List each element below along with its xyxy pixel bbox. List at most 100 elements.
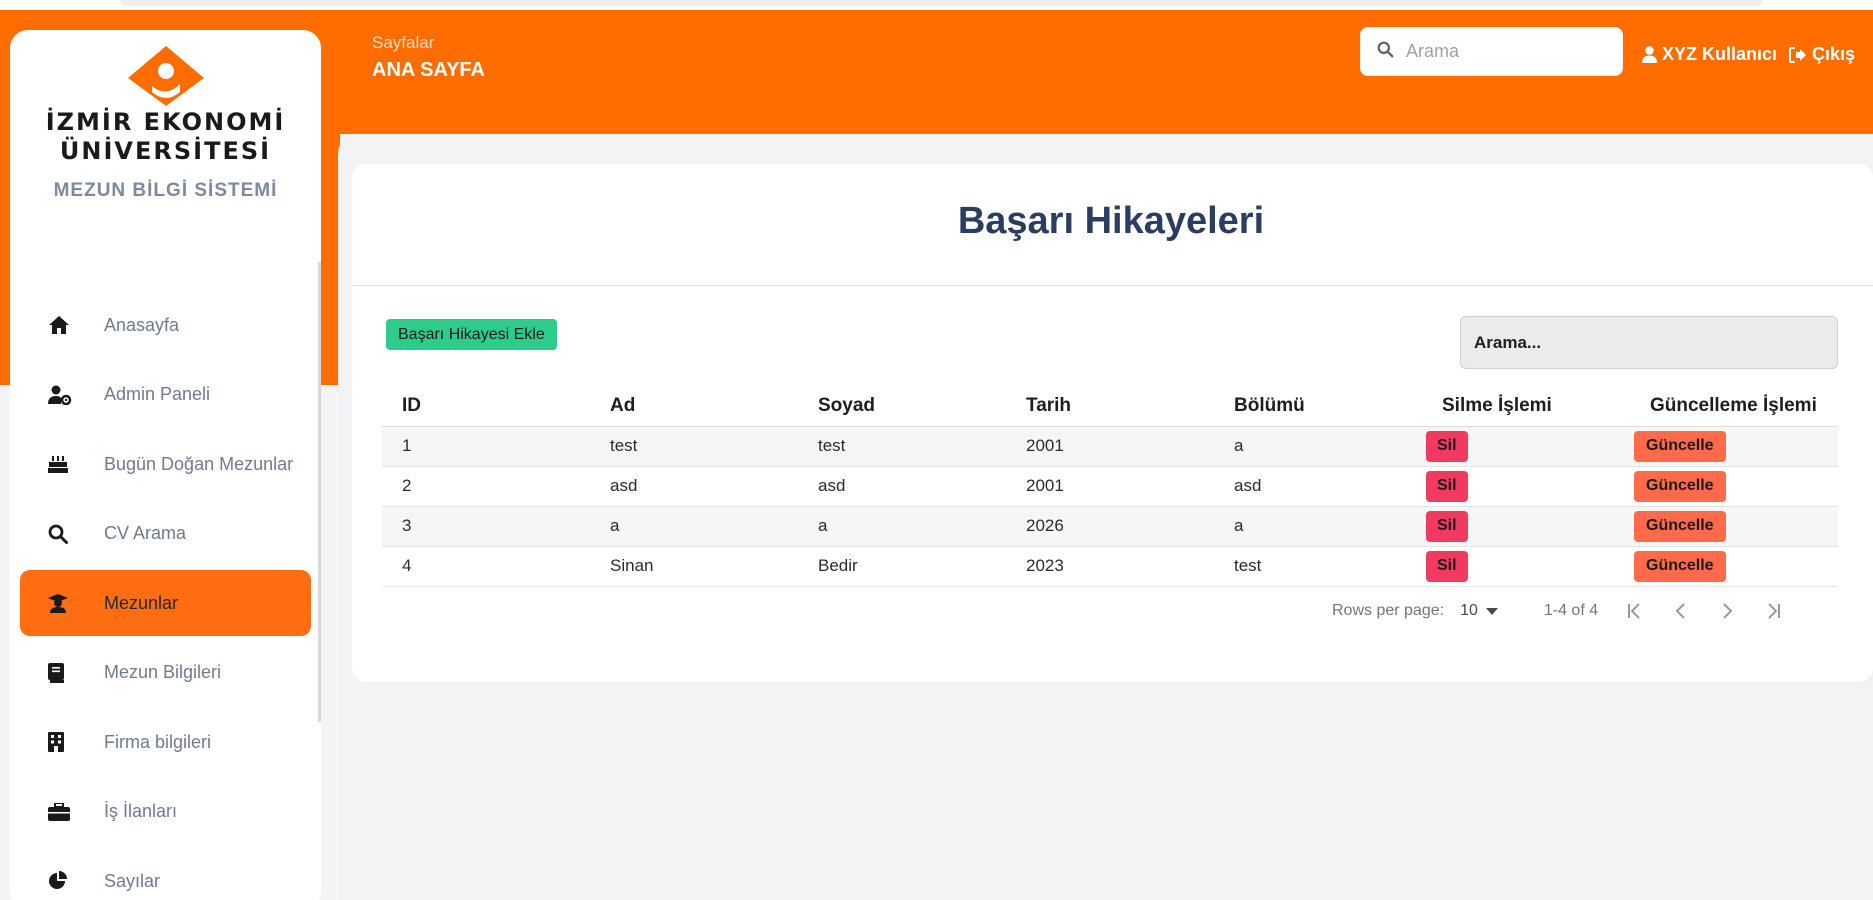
- sidebar-item-is-ilanlari[interactable]: İş İlanları: [20, 779, 311, 845]
- cell-update: Güncelle: [1630, 546, 1838, 587]
- pie-chart-icon: [48, 871, 78, 891]
- cell-update: Güncelle: [1630, 466, 1838, 507]
- user-icon: [1642, 46, 1657, 63]
- first-page-icon: [1628, 603, 1640, 619]
- column-header-guncelleme[interactable]: Güncelleme İşlemi: [1630, 386, 1838, 427]
- book-icon: [48, 662, 78, 683]
- column-header-ad[interactable]: Ad: [590, 386, 798, 427]
- column-header-id[interactable]: ID: [382, 386, 590, 427]
- sidebar-item-mezunlar[interactable]: Mezunlar: [20, 570, 311, 636]
- cell-ad: test: [590, 426, 798, 467]
- table-row[interactable]: 1 test test 2001 a Sil Güncelle: [382, 426, 1838, 467]
- cell-delete: Sil: [1422, 426, 1630, 467]
- graduate-icon: [48, 593, 78, 613]
- user-name: XYZ Kullanıcı: [1662, 44, 1778, 64]
- header-search-input[interactable]: [1406, 41, 1606, 62]
- column-header-bolum[interactable]: Bölümü: [1214, 386, 1422, 427]
- search-icon: [1377, 41, 1394, 63]
- update-button[interactable]: Güncelle: [1634, 550, 1726, 582]
- next-page-button[interactable]: [1718, 602, 1736, 620]
- sidebar-item-bugun-dogan-mezunlar[interactable]: Bugün Doğan Mezunlar: [20, 431, 311, 497]
- success-stories-table: ID Ad Soyad Tarih Bölümü Silme İşlemi Gü…: [382, 386, 1838, 587]
- briefcase-icon: [48, 802, 78, 821]
- cell-delete: Sil: [1422, 466, 1630, 507]
- column-header-soyad[interactable]: Soyad: [798, 386, 1006, 427]
- sidebar-item-label: Mezun Bilgileri: [104, 662, 222, 682]
- sidebar-item-label: Mezunlar: [104, 592, 179, 613]
- university-logo[interactable]: İZMİR EKONOMİ ÜNİVERSİTESİ MEZUN BİLGİ S…: [10, 44, 321, 202]
- rows-per-page-select[interactable]: 10: [1460, 602, 1498, 620]
- breadcrumb[interactable]: Sayfalar: [372, 33, 434, 53]
- sidebar-item-cv-arama[interactable]: CV Arama: [20, 501, 311, 567]
- table-row[interactable]: 4 Sinan Bedir 2023 test Sil Güncelle: [382, 546, 1838, 587]
- logout-link[interactable]: Çıkış: [1789, 44, 1855, 65]
- delete-button[interactable]: Sil: [1426, 550, 1468, 582]
- delete-button[interactable]: Sil: [1426, 510, 1468, 542]
- cell-tarih: 2001: [1006, 426, 1214, 467]
- sidebar-item-mezun-bilgileri[interactable]: Mezun Bilgileri: [20, 640, 311, 706]
- sidebar-item-label: CV Arama: [104, 523, 187, 543]
- cell-tarih: 2001: [1006, 466, 1214, 507]
- sidebar-item-anasayfa[interactable]: Anasayfa: [20, 292, 311, 358]
- browser-top-strip: [0, 0, 1873, 10]
- table-row[interactable]: 2 asd asd 2001 asd Sil Güncelle: [382, 466, 1838, 507]
- last-page-icon: [1768, 603, 1781, 619]
- update-button[interactable]: Güncelle: [1634, 470, 1726, 502]
- user-gear-icon: [48, 385, 78, 405]
- sidebar-item-label: Firma bilgileri: [104, 731, 212, 752]
- sidebar-item-admin-paneli[interactable]: Admin Paneli: [20, 362, 311, 428]
- update-button[interactable]: Güncelle: [1634, 510, 1726, 542]
- pagination: Rows per page: 10 1-4 of 4: [1332, 596, 1782, 626]
- divider: [352, 285, 1873, 286]
- previous-page-button[interactable]: [1672, 602, 1690, 620]
- cell-bolum: a: [1214, 506, 1422, 547]
- chevron-left-icon: [1675, 603, 1685, 619]
- first-page-button[interactable]: [1626, 602, 1644, 620]
- page-title: ANA SAYFA: [372, 59, 485, 81]
- page-range: 1-4 of 4: [1543, 602, 1599, 619]
- logo-mark-icon: [127, 46, 204, 106]
- column-header-silme[interactable]: Silme İşlemi: [1422, 386, 1630, 427]
- cell-bolum: asd: [1214, 466, 1422, 507]
- success-stories-card: Başarı Hikayeleri Başarı Hikayesi Ekle I…: [352, 164, 1873, 682]
- rows-per-page-label: Rows per page:: [1332, 602, 1445, 619]
- delete-button[interactable]: Sil: [1426, 470, 1468, 502]
- update-button[interactable]: Güncelle: [1634, 430, 1726, 462]
- cell-soyad: asd: [798, 466, 1006, 507]
- cell-ad: Sinan: [590, 546, 798, 587]
- logout-icon: [1789, 46, 1806, 63]
- table-row[interactable]: 3 a a 2026 a Sil Güncelle: [382, 506, 1838, 547]
- column-header-tarih[interactable]: Tarih: [1006, 386, 1214, 427]
- sidebar-item-label: Bugün Doğan Mezunlar: [104, 453, 294, 474]
- last-page-button[interactable]: [1764, 602, 1782, 620]
- cell-soyad: Bedir: [798, 546, 1006, 587]
- sidebar: İZMİR EKONOMİ ÜNİVERSİTESİ MEZUN BİLGİ S…: [10, 30, 321, 900]
- logo-line-1: İZMİR EKONOMİ: [45, 108, 286, 136]
- cell-id: 3: [382, 506, 590, 547]
- table-search-input[interactable]: [1460, 316, 1838, 369]
- sidebar-scrollbar[interactable]: [318, 262, 321, 722]
- logo-line-2: ÜNİVERSİTESİ: [59, 137, 272, 165]
- add-success-story-button[interactable]: Başarı Hikayesi Ekle: [386, 319, 557, 350]
- home-icon: [48, 315, 78, 335]
- sidebar-item-label: Admin Paneli: [104, 384, 211, 404]
- rows-per-page-value: 10: [1460, 602, 1478, 619]
- cell-soyad: a: [798, 506, 1006, 547]
- user-profile-link[interactable]: XYZ Kullanıcı: [1642, 44, 1777, 65]
- sidebar-item-label: Sayılar: [104, 870, 161, 891]
- sidebar-nav: Anasayfa Admin Paneli Bugün Doğan Mezunl…: [20, 292, 311, 900]
- cell-update: Güncelle: [1630, 506, 1838, 547]
- chevron-right-icon: [1723, 603, 1733, 619]
- cell-id: 2: [382, 466, 590, 507]
- table-header-row: ID Ad Soyad Tarih Bölümü Silme İşlemi Gü…: [382, 386, 1838, 427]
- header-search[interactable]: [1360, 27, 1623, 76]
- sidebar-item-label: İş İlanları: [104, 801, 178, 821]
- cell-ad: asd: [590, 466, 798, 507]
- sidebar-item-sayilar[interactable]: Sayılar: [20, 848, 311, 900]
- building-icon: [48, 732, 78, 752]
- delete-button[interactable]: Sil: [1426, 430, 1468, 462]
- sidebar-item-label: Anasayfa: [104, 314, 180, 335]
- cell-id: 4: [382, 546, 590, 587]
- sidebar-item-firma-bilgileri[interactable]: Firma bilgileri: [20, 709, 311, 775]
- cell-delete: Sil: [1422, 506, 1630, 547]
